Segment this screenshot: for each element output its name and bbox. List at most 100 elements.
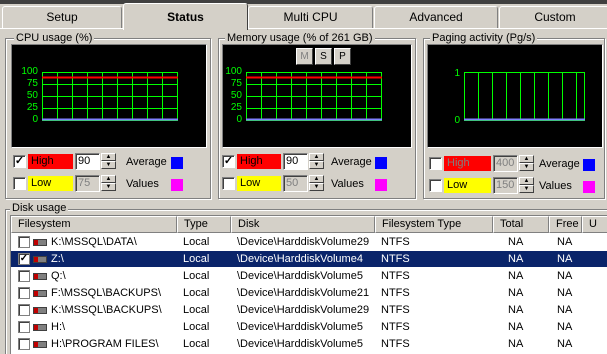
cell-free: NA — [557, 287, 573, 299]
memory-low-checkbox[interactable] — [222, 177, 235, 190]
memory-s-button[interactable]: S — [315, 48, 332, 65]
cell-total: NA — [508, 253, 524, 265]
cell-type: Local — [183, 236, 210, 248]
cell-disk: \Device\HarddiskVolume4 — [237, 253, 363, 265]
paging-low-value[interactable]: 150 — [493, 177, 518, 194]
row-checkbox[interactable] — [18, 270, 30, 282]
row-checkbox[interactable] — [18, 236, 30, 248]
column-total[interactable]: Total — [493, 216, 549, 233]
row-checkbox[interactable] — [18, 338, 30, 350]
memory-high-checkbox[interactable]: ✓ — [222, 155, 235, 168]
cell-free: NA — [557, 338, 573, 350]
paging-values-color[interactable] — [583, 181, 595, 193]
tab-setup[interactable]: Setup — [2, 6, 122, 28]
spin-arrows-icon[interactable]: ▲ ▼ — [101, 153, 116, 170]
cell-type: Local — [183, 304, 210, 316]
spin-arrows-icon[interactable]: ▲ ▼ — [519, 155, 534, 172]
spin-arrows-icon[interactable]: ▲ ▼ — [101, 175, 116, 192]
table-row[interactable]: K:\MSSQL\BACKUPS\ Local \Device\HarddiskVo… — [11, 302, 607, 318]
cell-filesystem-type: NTFS — [381, 236, 410, 248]
memory-values-color[interactable] — [375, 179, 387, 191]
cell-filesystem-type: NTFS — [381, 338, 410, 350]
cell-filesystem: H:\PROGRAM FILES\ — [51, 338, 159, 350]
table-row[interactable]: Q:\ Local \Device\HarddiskVolume5 NTFS NA NA — [11, 268, 607, 284]
memory-usage-title: Memory usage (% of 261 GB) — [225, 32, 375, 44]
cpu-graph: 100 75 50 25 0 — [11, 44, 207, 148]
cell-type: Local — [183, 270, 210, 282]
table-row[interactable]: F:\MSSQL\BACKUPS\ Local \Device\HarddiskVo… — [11, 285, 607, 301]
cpu-average-label: Average — [126, 156, 167, 168]
memory-high-value[interactable]: 90 — [283, 153, 308, 170]
cell-filesystem: K:\MSSQL\BACKUPS\ — [51, 304, 162, 316]
column-disk[interactable]: Disk — [231, 216, 375, 233]
cpu-values-label: Values — [126, 178, 159, 190]
paging-average-color[interactable] — [583, 159, 595, 171]
cell-type: Local — [183, 338, 210, 350]
table-row[interactable]: ✓ Z:\ Local \Device\HarddiskVolume4 NTFS NA NA — [11, 251, 607, 267]
tab-multi-cpu[interactable]: Multi CPU — [248, 6, 373, 28]
cell-disk: \Device\HarddiskVolume5 — [237, 321, 363, 333]
cell-total: NA — [508, 321, 524, 333]
cell-disk: \Device\HarddiskVolume21 — [237, 287, 370, 299]
cell-free: NA — [557, 253, 573, 265]
cell-type: Local — [183, 321, 210, 333]
tab-advanced[interactable]: Advanced — [374, 6, 498, 28]
cell-filesystem: Z:\ — [51, 253, 64, 265]
cpu-high-value[interactable]: 90 — [75, 153, 100, 170]
cell-total: NA — [508, 287, 524, 299]
drive-icon — [33, 290, 47, 297]
cpu-average-color[interactable] — [171, 157, 183, 169]
row-checkbox[interactable] — [18, 287, 30, 299]
table-row[interactable]: K:\MSSQL\DATA\ Local \Device\HarddiskVolum… — [11, 234, 607, 250]
tab-divider — [0, 28, 607, 29]
memory-low-value[interactable]: 50 — [283, 175, 308, 192]
drive-icon — [33, 324, 47, 331]
cell-total: NA — [508, 270, 524, 282]
column-used[interactable]: U — [582, 216, 607, 233]
cell-total: NA — [508, 304, 524, 316]
paging-low-checkbox[interactable] — [429, 179, 442, 192]
cpu-low-checkbox[interactable] — [13, 177, 26, 190]
cell-filesystem-type: NTFS — [381, 287, 410, 299]
cell-disk: \Device\HarddiskVolume5 — [237, 338, 363, 350]
cell-disk: \Device\HarddiskVolume5 — [237, 270, 363, 282]
cell-filesystem-type: NTFS — [381, 253, 410, 265]
tab-status[interactable]: Status — [123, 3, 248, 30]
spin-arrows-icon[interactable]: ▲ ▼ — [309, 175, 324, 192]
memory-m-button[interactable]: M — [296, 48, 313, 65]
column-filesystem-type[interactable]: Filesystem Type — [375, 216, 493, 233]
table-row[interactable]: H:\ Local \Device\HarddiskVolume5 NTFS NA NA — [11, 319, 607, 335]
memory-high-label: High — [237, 154, 281, 169]
memory-p-button[interactable]: P — [334, 48, 351, 65]
cpu-low-value[interactable]: 75 — [75, 175, 100, 192]
cpu-high-checkbox[interactable]: ✓ — [13, 155, 26, 168]
cell-filesystem: H:\ — [51, 321, 66, 333]
table-row[interactable]: H:\PROGRAM FILES\ Local \Device\HarddiskVo… — [11, 336, 607, 352]
drive-icon — [33, 239, 47, 246]
paging-high-label: High — [444, 156, 491, 171]
memory-tick-100: 100 — [225, 66, 242, 77]
memory-tick-25: 25 — [230, 102, 242, 113]
memory-tick-50: 50 — [230, 90, 242, 101]
tab-custom[interactable]: Custom — [499, 6, 607, 28]
column-free[interactable]: Free — [549, 216, 582, 233]
paging-tick-0: 0 — [454, 115, 460, 126]
paging-low-label: Low — [444, 178, 491, 193]
column-filesystem[interactable]: Filesystem — [11, 216, 177, 233]
spin-arrows-icon[interactable]: ▲ ▼ — [519, 177, 534, 194]
disk-usage-list: Filesystem Type Disk Filesystem Type Tot… — [10, 215, 607, 354]
paging-activity-title: Paging activity (Pg/s) — [430, 32, 538, 44]
paging-high-checkbox[interactable] — [429, 157, 442, 170]
memory-low-label: Low — [237, 176, 281, 191]
row-checkbox[interactable]: ✓ — [18, 253, 30, 265]
cpu-values-color[interactable] — [171, 179, 183, 191]
row-checkbox[interactable] — [18, 304, 30, 316]
spin-arrows-icon[interactable]: ▲ ▼ — [309, 153, 324, 170]
paging-high-value[interactable]: 400 — [493, 155, 518, 172]
memory-average-color[interactable] — [375, 157, 387, 169]
cpu-usage-title: CPU usage (%) — [14, 32, 95, 44]
column-type[interactable]: Type — [177, 216, 231, 233]
paging-tick-1: 1 — [454, 68, 460, 79]
cpu-tick-75: 75 — [26, 78, 38, 89]
row-checkbox[interactable] — [18, 321, 30, 333]
